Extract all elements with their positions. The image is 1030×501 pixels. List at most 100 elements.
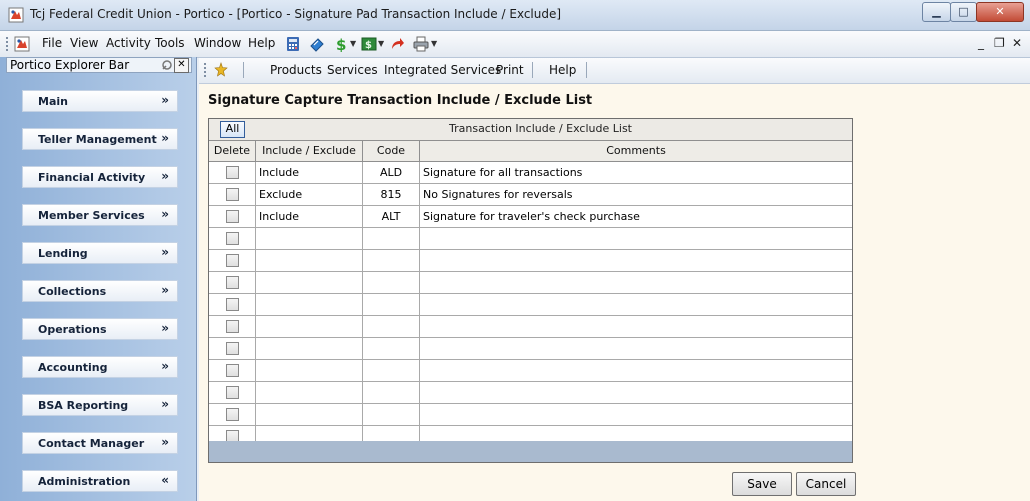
code-cell[interactable] [363,250,420,271]
comment-cell[interactable]: Signature for all transactions [420,162,852,183]
table-row[interactable] [209,228,852,250]
explorer-close-button[interactable]: ✕ [174,58,189,73]
nav-item-accounting[interactable]: Accounting » [22,356,178,378]
printer-icon[interactable] [413,36,429,52]
code-cell[interactable]: 815 [363,184,420,205]
code-cell[interactable]: ALD [363,162,420,183]
menu-tools[interactable]: Tools [155,36,185,50]
toolbar-print[interactable]: Print [496,63,524,77]
comment-cell[interactable] [420,250,852,271]
nav-item-member-services[interactable]: Member Services » [22,204,178,226]
column-header-code[interactable]: Code [363,141,420,161]
include-exclude-cell[interactable]: Exclude [256,184,363,205]
delete-checkbox[interactable] [226,320,239,333]
comment-cell[interactable] [420,338,852,359]
comment-cell[interactable] [420,382,852,403]
menu-window[interactable]: Window [194,36,241,50]
table-row[interactable] [209,338,852,360]
table-row[interactable] [209,250,852,272]
close-button[interactable]: ✕ [976,2,1024,22]
toolbar-services[interactable]: Services [327,63,378,77]
table-row[interactable] [209,272,852,294]
code-cell[interactable] [363,338,420,359]
delete-checkbox[interactable] [226,342,239,355]
include-exclude-cell[interactable] [256,228,363,249]
delete-checkbox[interactable] [226,166,239,179]
include-exclude-cell[interactable] [256,338,363,359]
nav-item-financial-activity[interactable]: Financial Activity » [22,166,178,188]
nav-item-bsa-reporting[interactable]: BSA Reporting » [22,394,178,416]
cancel-button[interactable]: Cancel [796,472,856,496]
include-exclude-cell[interactable] [256,360,363,381]
comment-cell[interactable]: No Signatures for reversals [420,184,852,205]
nav-item-contact-manager[interactable]: Contact Manager » [22,432,178,454]
menu-activity[interactable]: Activity [106,36,151,50]
chevron-down-icon[interactable]: ▼ [431,39,437,48]
nav-item-main[interactable]: Main » [22,90,178,112]
table-row[interactable] [209,294,852,316]
code-cell[interactable] [363,272,420,293]
delete-checkbox[interactable] [226,188,239,201]
code-cell[interactable] [363,316,420,337]
table-row[interactable] [209,316,852,338]
column-header-comments[interactable]: Comments [420,141,852,161]
include-exclude-cell[interactable] [256,316,363,337]
toolbar-help[interactable]: Help [549,63,576,77]
calculator-icon[interactable] [285,36,301,52]
include-exclude-cell[interactable] [256,382,363,403]
delete-checkbox[interactable] [226,254,239,267]
code-cell[interactable]: ALT [363,206,420,227]
minimize-button[interactable]: ▁ [922,2,951,22]
toolbar-products[interactable]: Products [270,63,322,77]
maximize-button[interactable]: □ [950,2,977,22]
nav-item-teller-management[interactable]: Teller Management » [22,128,178,150]
delete-checkbox[interactable] [226,364,239,377]
delete-checkbox[interactable] [226,298,239,311]
comment-cell[interactable] [420,316,852,337]
comment-cell[interactable]: Signature for traveler's check purchase [420,206,852,227]
mdi-close-button[interactable]: ✕ [1012,36,1022,50]
comment-cell[interactable] [420,360,852,381]
redo-icon[interactable] [389,36,405,52]
include-exclude-cell[interactable] [256,272,363,293]
save-button[interactable]: Save [732,472,792,496]
portico-logo-icon[interactable] [14,36,30,52]
delete-checkbox[interactable] [226,276,239,289]
mdi-minimize-button[interactable]: _ [978,36,984,50]
column-header-include-exclude[interactable]: Include / Exclude [256,141,363,161]
nav-item-collections[interactable]: Collections » [22,280,178,302]
delete-checkbox[interactable] [226,232,239,245]
code-cell[interactable] [363,360,420,381]
cash-icon[interactable]: $ [361,36,377,52]
comment-cell[interactable] [420,228,852,249]
table-row[interactable]: Include ALD Signature for all transactions [209,162,852,184]
menu-help[interactable]: Help [248,36,275,50]
include-exclude-cell[interactable] [256,250,363,271]
scanner-icon[interactable] [309,36,325,52]
code-cell[interactable] [363,382,420,403]
toolbar-grip[interactable] [204,63,206,77]
all-button[interactable]: All [220,121,245,138]
code-cell[interactable] [363,404,420,425]
table-row[interactable] [209,382,852,404]
menu-view[interactable]: View [70,36,98,50]
mdi-restore-button[interactable]: ❐ [994,36,1005,50]
wizard-icon[interactable] [213,62,229,78]
include-exclude-cell[interactable]: Include [256,162,363,183]
nav-item-administration[interactable]: Administration « [22,470,178,492]
nav-item-lending[interactable]: Lending » [22,242,178,264]
comment-cell[interactable] [420,404,852,425]
toolbar-grip[interactable] [6,37,8,51]
table-row[interactable]: Exclude 815 No Signatures for reversals [209,184,852,206]
nav-item-operations[interactable]: Operations » [22,318,178,340]
chevron-down-icon[interactable]: ▼ [378,39,384,48]
include-exclude-cell[interactable] [256,404,363,425]
include-exclude-cell[interactable] [256,294,363,315]
comment-cell[interactable] [420,294,852,315]
toolbar-integrated-services[interactable]: Integrated Services [384,63,501,77]
delete-checkbox[interactable] [226,408,239,421]
delete-checkbox[interactable] [226,386,239,399]
comment-cell[interactable] [420,272,852,293]
dollar-icon[interactable]: $ [333,36,349,52]
table-row[interactable]: Include ALT Signature for traveler's check… [209,206,852,228]
